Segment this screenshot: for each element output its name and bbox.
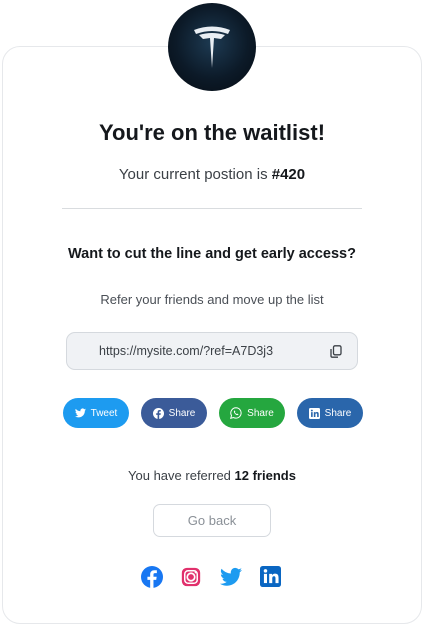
position-prefix: Your current postion is [118,166,268,183]
cut-line-heading: Want to cut the line and get early acces… [68,246,356,262]
twitter-icon[interactable] [220,566,242,588]
divider [62,208,362,209]
copy-icon[interactable] [329,344,343,358]
linkedin-share-label: Share [324,407,352,419]
tesla-logo-icon [168,3,256,91]
facebook-share-label: Share [168,407,196,419]
facebook-icon[interactable] [141,566,163,588]
referred-count-text: You have referred 12 friends [0,468,424,483]
facebook-share-button[interactable]: Share [141,398,207,428]
position-text: Your current postion is #420 [0,166,424,183]
tweet-button-label: Tweet [90,407,118,419]
whatsapp-share-label: Share [247,407,274,419]
whatsapp-share-button[interactable]: Share [219,398,285,428]
facebook-icon [152,407,164,419]
referral-link-field[interactable]: https://mysite.com/?ref=A7D3j3 [66,332,358,370]
referred-prefix: You have referred [128,468,231,483]
position-number: #420 [271,166,306,183]
referred-count: 12 friends [234,468,296,483]
page-title: You're on the waitlist! [98,120,326,145]
refer-subtitle: Refer your friends and move up the list [100,292,324,307]
share-buttons: Tweet Share Share Share [0,398,424,428]
linkedin-icon [308,407,320,419]
twitter-icon [74,408,86,418]
instagram-icon[interactable] [181,566,203,588]
linkedin-icon[interactable] [260,566,282,588]
referral-link-text[interactable]: https://mysite.com/?ref=A7D3j3 [99,344,329,358]
linkedin-share-button[interactable]: Share [297,398,363,428]
go-back-button[interactable]: Go back [153,504,271,537]
tweet-button[interactable]: Tweet [63,398,129,428]
whatsapp-icon [230,407,242,419]
logo-container [168,3,256,91]
social-links [0,566,424,590]
